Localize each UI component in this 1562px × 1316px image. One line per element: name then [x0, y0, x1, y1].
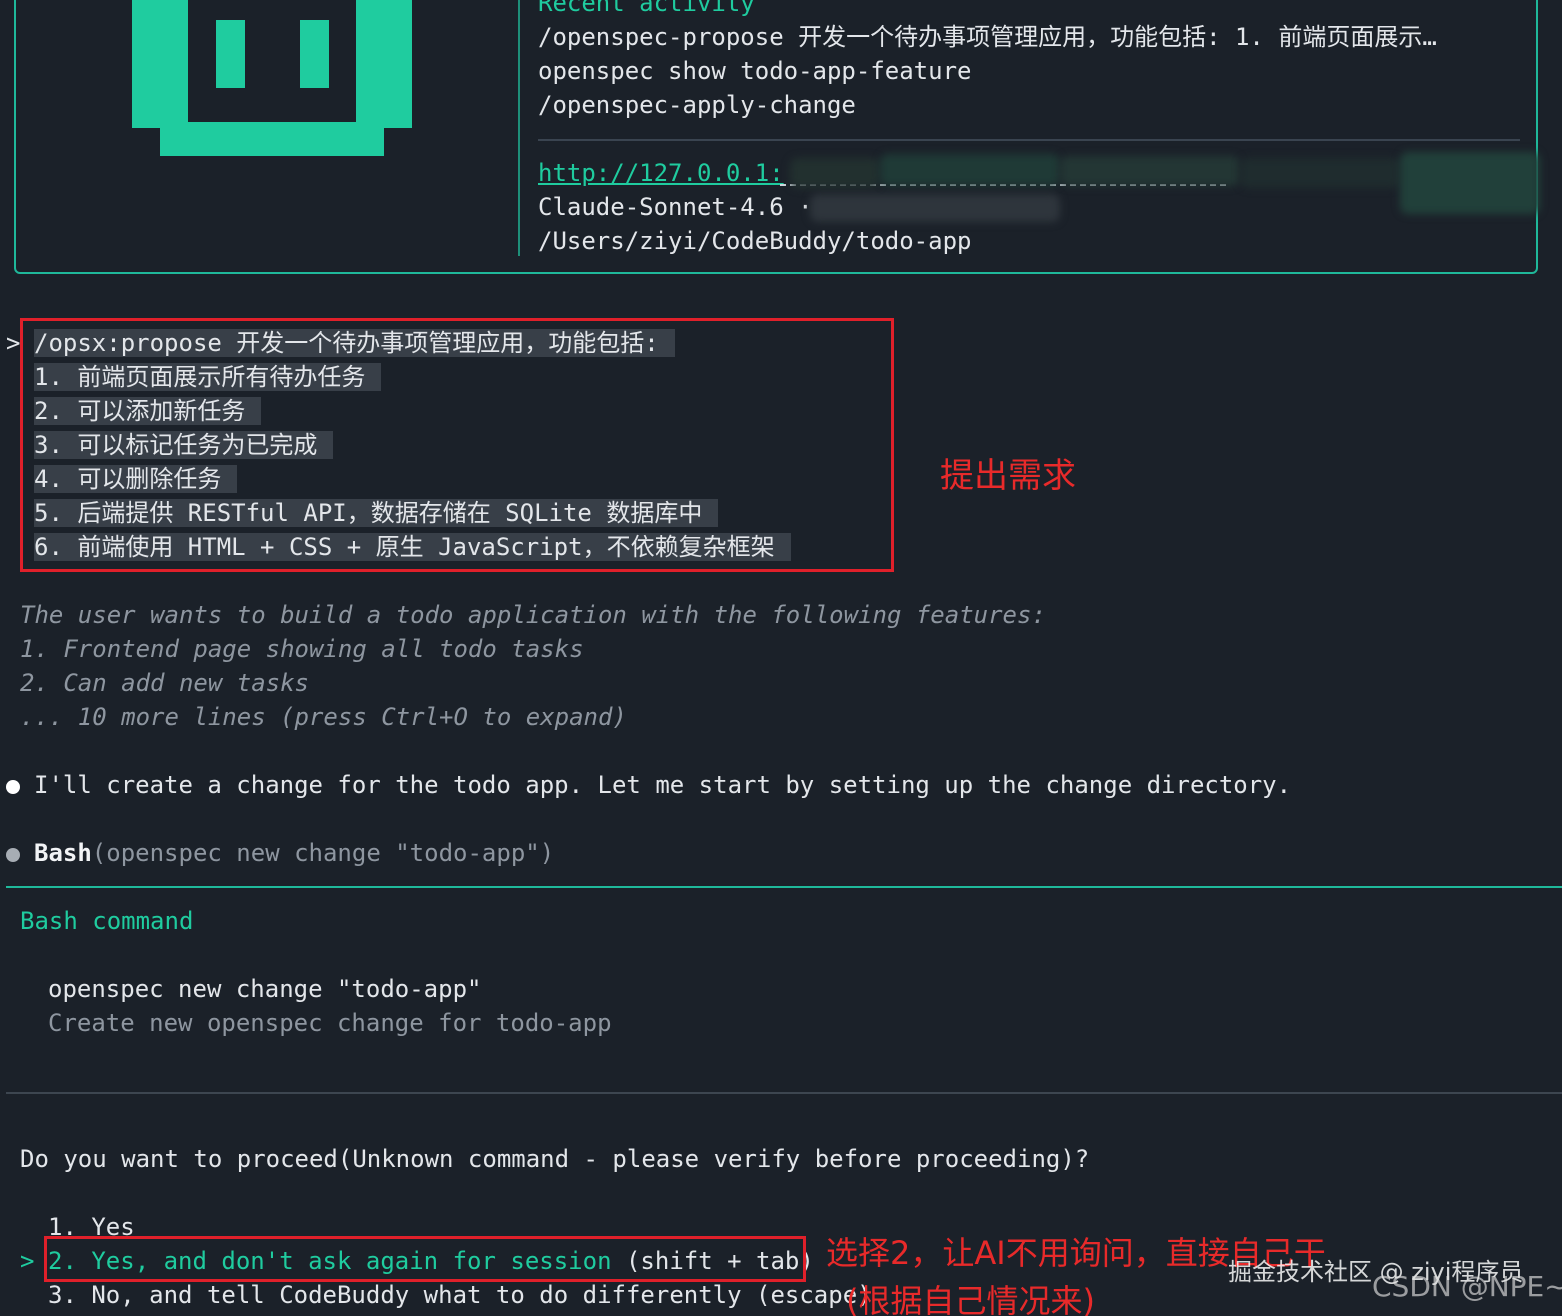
recent-item[interactable]: openspec show todo-app-feature — [538, 54, 971, 88]
option-highlight-box — [44, 1236, 806, 1282]
recent-item[interactable]: /openspec-propose 开发一个待办事项管理应用，功能包括: 1. … — [538, 20, 1437, 54]
expand-hint[interactable]: ... 10 more lines (press Ctrl+O to expan… — [20, 700, 627, 734]
bash-panel-top-border — [6, 886, 1562, 888]
assistant-message: I'll create a change for the todo app. L… — [34, 771, 1292, 799]
tool-name: Bash — [34, 839, 92, 867]
redacted-region — [1060, 156, 1240, 186]
thinking-line: 1. Frontend page showing all todo tasks — [20, 635, 584, 663]
redacted-region — [790, 158, 880, 188]
csdn-watermark: CSDN @NPE~ — [1372, 1270, 1562, 1303]
option-no[interactable]: 3. No, and tell CodeBuddy what to do dif… — [48, 1278, 872, 1312]
prompt-caret: > — [6, 329, 21, 357]
thinking-line: 2. Can add new tasks — [20, 669, 309, 697]
recent-separator — [538, 139, 1520, 141]
tool-bullet-icon — [6, 848, 20, 862]
recent-item[interactable]: /openspec-apply-change — [538, 88, 856, 122]
redacted-region — [1400, 152, 1540, 214]
redacted-region — [880, 154, 1060, 186]
selected-option-caret: > — [20, 1247, 35, 1275]
bash-command-text: openspec new change "todo-app" — [48, 975, 482, 1003]
thinking-line: The user wants to build a todo applicati… — [20, 601, 1046, 629]
tool-call: Bash(openspec new change "todo-app") — [34, 836, 554, 870]
bash-panel-title: Bash command — [20, 907, 194, 935]
message-bullet-icon — [6, 780, 20, 794]
annotation-requirement: 提出需求 — [940, 456, 1076, 496]
panel-divider — [518, 0, 520, 256]
bash-command-description: Create new openspec change for todo-app — [48, 1009, 612, 1037]
tool-args: (openspec new change "todo-app") — [91, 839, 555, 867]
prompt-highlight-box — [20, 318, 894, 572]
working-directory: /Users/ziyi/CodeBuddy/todo-app — [538, 227, 972, 255]
recent-activity-title: Recent activity — [538, 0, 755, 17]
annotation-note: (根据自己情况来) — [846, 1282, 1095, 1316]
confirm-question: Do you want to proceed(Unknown command -… — [20, 1145, 1090, 1173]
model-label: Claude-Sonnet-4.6 · — [538, 193, 813, 221]
redacted-region — [810, 194, 1060, 222]
redacted-region — [1240, 158, 1400, 188]
bash-panel-bottom-border — [6, 1092, 1562, 1094]
server-url-link[interactable]: http://127.0.0.1: — [538, 156, 784, 190]
